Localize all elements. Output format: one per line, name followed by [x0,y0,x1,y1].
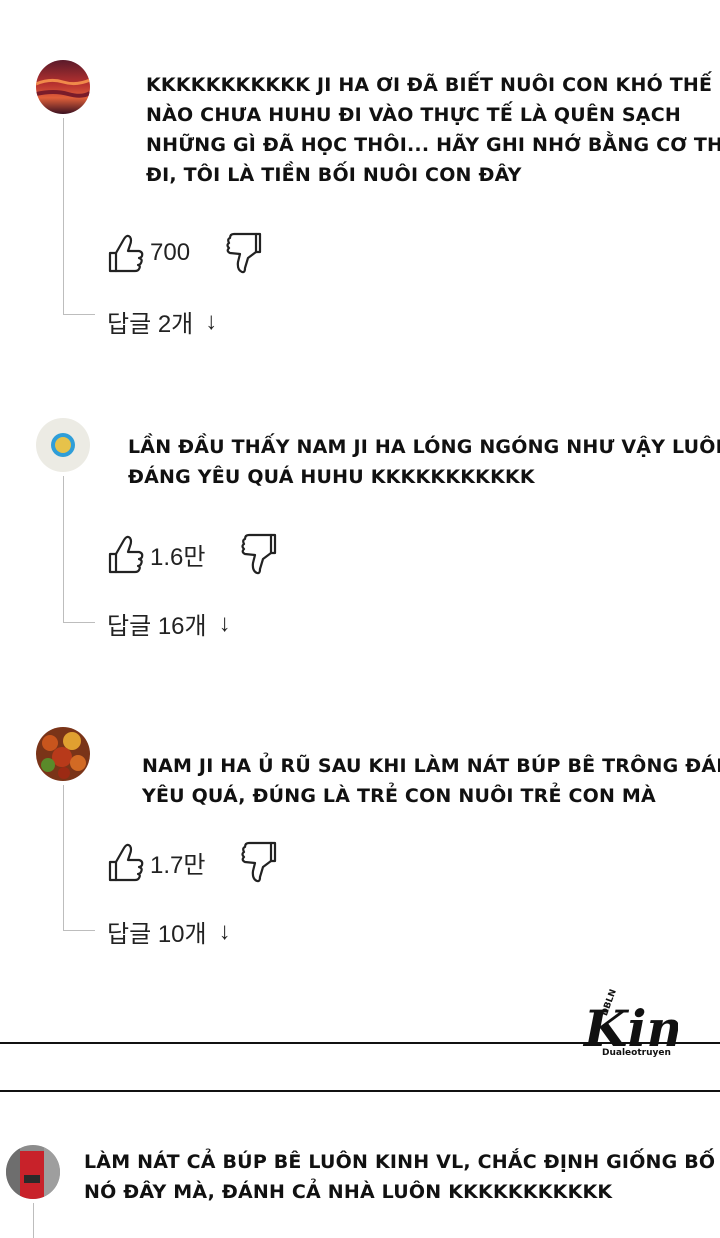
replies-label: 답글 16개 [107,613,207,640]
thumbs-down-icon [224,230,262,276]
watermark-main: Kim [582,999,678,1054]
comment-line: LÀM NÁT CẢ BÚP BÊ LUÔN KINH VL, CHẮC ĐỊN… [84,1151,716,1173]
replies-label: 답글 2개 [107,311,194,338]
avatar[interactable] [6,1145,60,1199]
like-button[interactable]: 1.6만 [106,532,205,576]
arrow-down-icon: ↓ [218,917,231,945]
arrow-down-icon: ↓ [218,609,231,637]
like-count: 1.6만 [150,543,206,571]
dislike-button[interactable] [239,839,277,885]
comment-text: NAM JI HA Ủ RŨ SAU KHI LÀM NÁT BÚP BÊ TR… [142,751,720,811]
replies-toggle[interactable]: 답글 16개 ↓ [107,606,231,641]
comment-line: ĐÁNG YÊU QUÁ HUHU KKKKKKKKKKK [128,466,535,488]
comment-line: ĐI, TÔI LÀ TIỀN BỐI NUÔI CON ĐÂY [146,164,522,186]
replies-toggle[interactable]: 답글 10개 ↓ [107,914,231,949]
comment-line: LẦN ĐẦU THẤY NAM JI HA LÓNG NGÓNG NHƯ VẬ… [128,436,720,458]
like-button[interactable]: 1.7만 [106,840,205,884]
replies-toggle[interactable]: 답글 2개 ↓ [107,304,217,339]
thumbs-up-icon [106,231,146,275]
like-count: 700 [150,239,191,266]
like-button[interactable]: 700 [106,231,190,275]
thumbs-up-icon [106,532,146,576]
avatar[interactable] [36,418,90,472]
avatar[interactable] [36,727,90,781]
dislike-button[interactable] [224,230,262,276]
comment-line: KKKKKKKKKKK JI HA ƠI ĐÃ BIẾT NUÔI CON KH… [146,74,713,96]
watermark-logo: Kim DBLN Dualeotruyen [582,988,678,1072]
thumbs-down-icon [239,839,277,885]
comment-text: LÀM NÁT CẢ BÚP BÊ LUÔN KINH VL, CHẮC ĐỊN… [84,1147,715,1207]
arrow-down-icon: ↓ [205,307,218,335]
divider [0,1090,720,1092]
divider [0,1042,720,1044]
comment-line: NÓ ĐÂY MÀ, ĐÁNH CẢ NHÀ LUÔN KKKKKKKKKKK [84,1181,613,1203]
comment-line: NAM JI HA Ủ RŨ SAU KHI LÀM NÁT BÚP BÊ TR… [142,755,720,777]
comment-line: NHỮNG GÌ ĐÃ HỌC THÔI... HÃY GHI NHỚ BẰNG… [146,134,720,156]
comment-line: NÀO CHƯA HUHU ĐI VÀO THỰC TẾ LÀ QUÊN SẠC… [146,104,681,126]
like-count: 1.7만 [150,851,206,879]
avatar[interactable] [36,60,90,114]
replies-label: 답글 10개 [107,921,207,948]
thumbs-down-icon [239,531,277,577]
comment-line: YÊU QUÁ, ĐÚNG LÀ TRẺ CON NUÔI TRẺ CON MÀ [142,785,656,807]
comment-text: LẦN ĐẦU THẤY NAM JI HA LÓNG NGÓNG NHƯ VẬ… [128,432,720,492]
thumbs-up-icon [106,840,146,884]
watermark-bottom: Dualeotruyen [602,1048,671,1058]
comment-text: KKKKKKKKKKK JI HA ƠI ĐÃ BIẾT NUÔI CON KH… [146,70,720,190]
dislike-button[interactable] [239,531,277,577]
